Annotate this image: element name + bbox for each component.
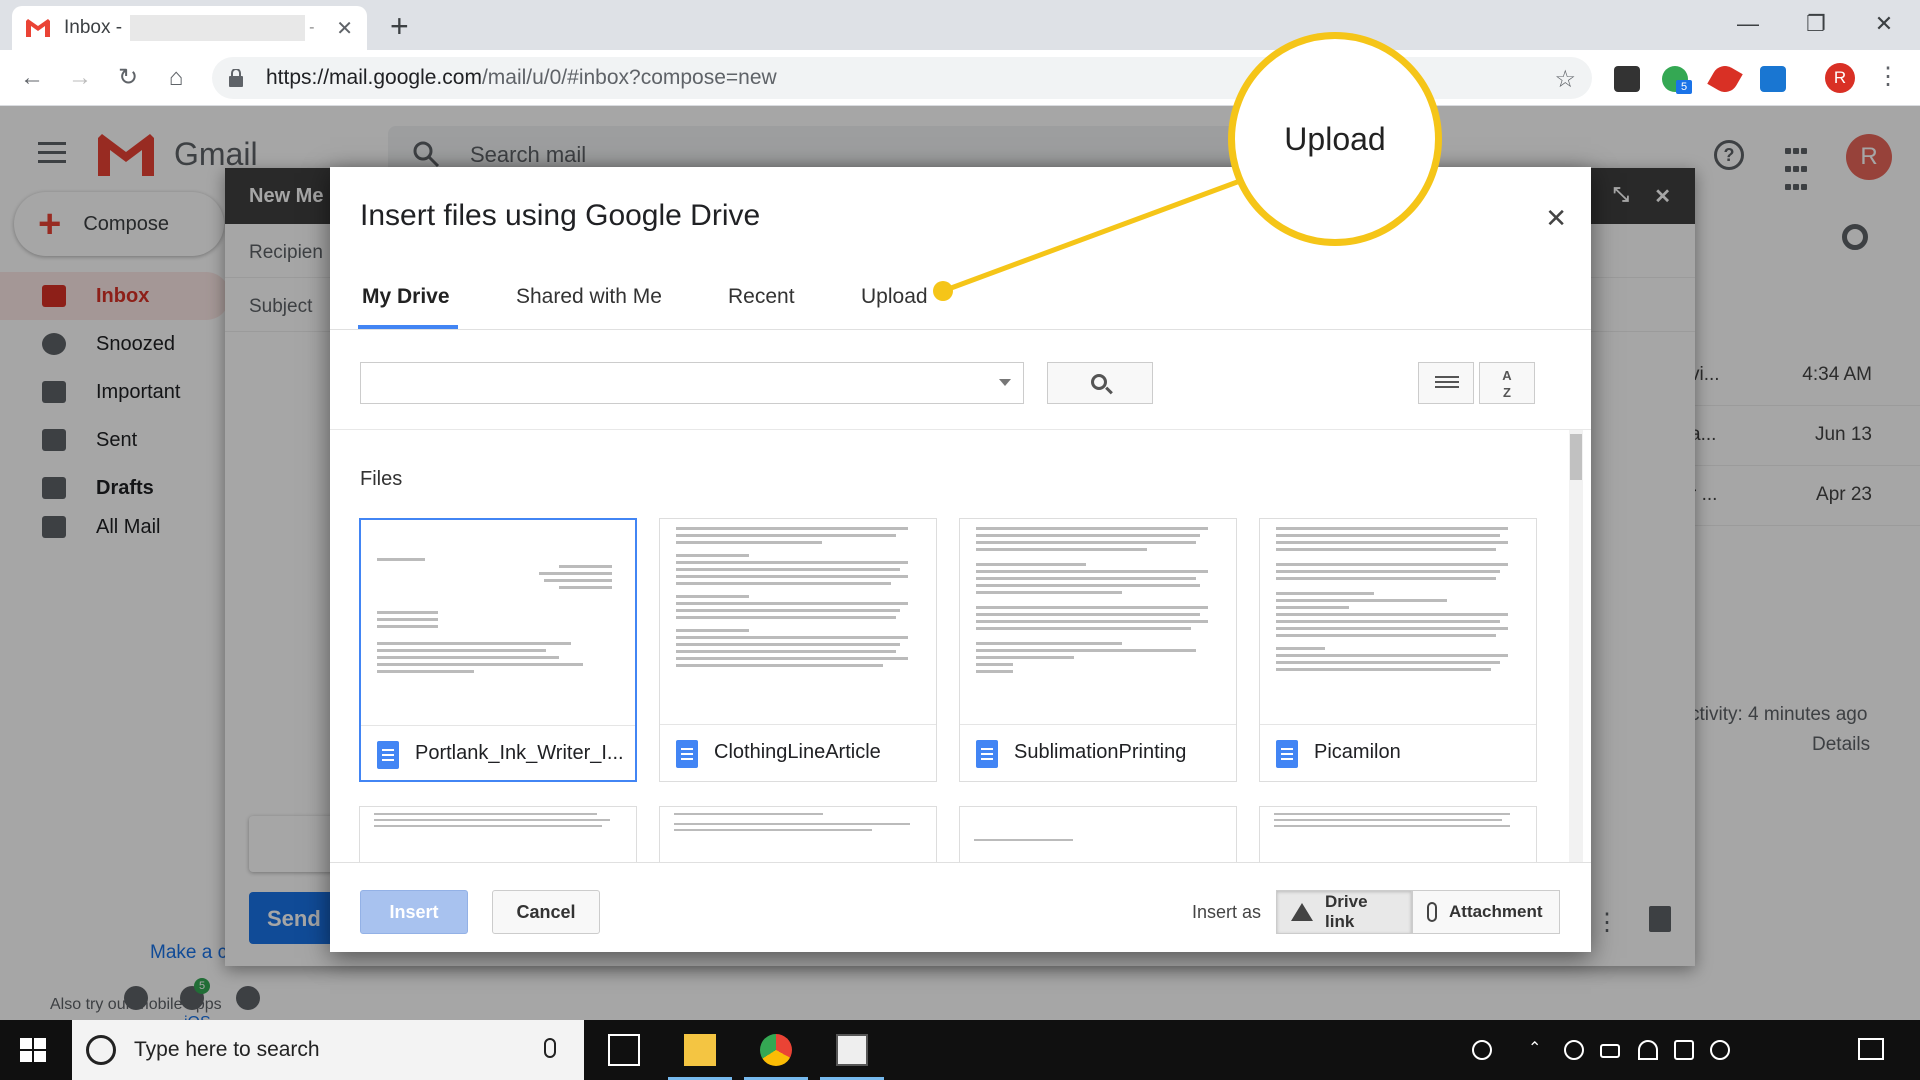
search-button[interactable]	[1047, 362, 1153, 404]
extension-badge: 5	[1676, 80, 1692, 94]
file-card-portlank[interactable]: Portlank_Ink_Writer_I...	[359, 518, 637, 782]
windows-taskbar: Type here to search ⌃	[0, 1020, 1920, 1080]
restore-icon[interactable]: ❐	[1782, 4, 1850, 44]
reload-icon[interactable]: ↻	[112, 62, 144, 94]
list-view-icon	[1435, 376, 1459, 392]
dialog-title: Insert files using Google Drive	[360, 199, 761, 232]
browser-tab-bar: Inbox - - ✕ + — ❐ ✕	[0, 0, 1920, 50]
action-center-icon[interactable]	[1858, 1038, 1884, 1060]
file-card-picamilon[interactable]: Picamilon	[1259, 518, 1537, 782]
chrome-menu-icon[interactable]: ⋮	[1876, 62, 1900, 91]
cortana-icon	[86, 1035, 116, 1065]
file-name: Portlank_Ink_Writer_I...	[415, 742, 624, 764]
forward-arrow-icon[interactable]: →	[64, 62, 96, 94]
file-card-row2-1[interactable]	[359, 806, 637, 862]
list-view-button[interactable]	[1418, 362, 1474, 404]
picker-controls: AZ	[330, 330, 1591, 430]
drive-link-label: Drive link	[1325, 892, 1368, 931]
folder-select[interactable]	[360, 362, 1024, 404]
people-icon[interactable]	[1472, 1040, 1492, 1060]
callout-text: Upload	[1284, 121, 1386, 157]
home-icon[interactable]: ⌂	[160, 62, 192, 94]
sort-az-icon: AZ	[1502, 368, 1512, 400]
file-list-scrollbar[interactable]	[1569, 430, 1583, 862]
insert-as-label: Insert as	[1192, 902, 1262, 922]
file-thumbnail	[960, 519, 1236, 725]
extension-icon-3[interactable]	[1707, 61, 1743, 97]
file-thumbnail	[1260, 519, 1536, 725]
chrome-profile-avatar[interactable]: R	[1825, 63, 1855, 93]
dialog-tabs: My Drive Shared with Me Recent Upload	[330, 265, 1591, 330]
insert-button[interactable]: Insert	[360, 890, 468, 934]
lock-icon	[229, 69, 243, 87]
file-name: ClothingLineArticle	[714, 741, 881, 763]
callout-magnifier: Upload	[1230, 34, 1440, 244]
close-window-icon[interactable]: ✕	[1850, 4, 1918, 44]
volume-icon[interactable]	[1674, 1040, 1694, 1060]
bookmark-star-icon[interactable]: ☆	[1554, 65, 1576, 94]
microphone-icon[interactable]	[544, 1038, 556, 1058]
browser-tab-inbox[interactable]: Inbox - - ✕	[12, 6, 367, 50]
taskbar-search-placeholder: Type here to search	[134, 1038, 320, 1061]
tab-upload[interactable]: Upload	[861, 285, 928, 309]
files-section-label: Files	[360, 468, 403, 490]
sort-button[interactable]: AZ	[1479, 362, 1535, 404]
google-doc-icon	[676, 740, 698, 768]
file-name: SublimationPrinting	[1014, 741, 1187, 763]
url-host: https://mail.google.com	[266, 66, 482, 89]
minimize-icon[interactable]: —	[1714, 4, 1782, 44]
file-thumbnail	[361, 520, 635, 726]
chevron-up-icon[interactable]: ⌃	[1528, 1038, 1548, 1058]
file-card-sublimation[interactable]: SublimationPrinting	[959, 518, 1237, 782]
url-text: https://mail.google.com/mail/u/0/#inbox?…	[266, 66, 777, 90]
scrollbar-thumb[interactable]	[1570, 434, 1582, 480]
close-dialog-icon[interactable]: ✕	[1545, 203, 1567, 234]
chrome-icon[interactable]	[760, 1034, 792, 1066]
photos-icon[interactable]	[836, 1034, 868, 1066]
file-card-row2-4[interactable]	[1259, 806, 1537, 862]
tab-title: Inbox -	[64, 17, 123, 38]
task-view-icon[interactable]	[608, 1034, 640, 1066]
tab-recent[interactable]: Recent	[728, 285, 795, 309]
file-explorer-icon[interactable]	[684, 1034, 716, 1066]
google-doc-icon	[377, 741, 399, 769]
attachment-label: Attachment	[1449, 902, 1543, 921]
file-card-row2-2[interactable]	[659, 806, 937, 862]
attachment-option[interactable]: Attachment	[1412, 890, 1560, 934]
url-path: /mail/u/0/#inbox?compose=new	[481, 66, 777, 89]
google-doc-icon	[976, 740, 998, 768]
paperclip-icon	[1427, 902, 1437, 922]
search-icon	[1091, 374, 1107, 390]
new-tab-button[interactable]: +	[390, 8, 409, 45]
gmail-favicon-icon	[26, 19, 50, 37]
active-tab-indicator	[358, 325, 458, 329]
extension-icon-4[interactable]	[1760, 66, 1786, 92]
drive-link-option[interactable]: Drive link	[1276, 890, 1412, 934]
tab-shared-with-me[interactable]: Shared with Me	[516, 285, 662, 309]
taskbar-search-box[interactable]: Type here to search	[72, 1020, 584, 1080]
dropdown-arrow-icon	[999, 379, 1011, 386]
cancel-button[interactable]: Cancel	[492, 890, 600, 934]
close-tab-icon[interactable]: ✕	[336, 16, 353, 41]
file-name: Picamilon	[1314, 741, 1401, 763]
extension-icon-1[interactable]	[1614, 66, 1640, 92]
file-thumbnail	[660, 519, 936, 725]
tab-my-drive[interactable]: My Drive	[362, 285, 450, 309]
dialog-body: AZ Files Portlank_Ink_Writer_I... Clothi…	[330, 330, 1591, 862]
windows-start-icon[interactable]	[20, 1038, 46, 1062]
cloud-download-icon[interactable]	[1710, 1040, 1730, 1060]
redacted-area	[130, 15, 306, 41]
google-doc-icon	[1276, 740, 1298, 768]
tab-title-separator: -	[309, 19, 315, 36]
file-card-row2-3[interactable]	[959, 806, 1237, 862]
wifi-icon[interactable]	[1638, 1040, 1658, 1060]
dialog-footer: Insert Cancel Insert as Drive link Attac…	[330, 862, 1591, 952]
back-arrow-icon[interactable]: ←	[16, 62, 48, 94]
file-card-clothing[interactable]: ClothingLineArticle	[659, 518, 937, 782]
drive-picker-dialog: Insert files using Google Drive ✕ My Dri…	[330, 167, 1591, 952]
battery-icon[interactable]	[1600, 1044, 1620, 1058]
google-drive-icon	[1291, 903, 1313, 921]
onedrive-icon[interactable]	[1564, 1040, 1584, 1060]
browser-toolbar: ← → ↻ ⌂ https://mail.google.com/mail/u/0…	[0, 50, 1920, 106]
